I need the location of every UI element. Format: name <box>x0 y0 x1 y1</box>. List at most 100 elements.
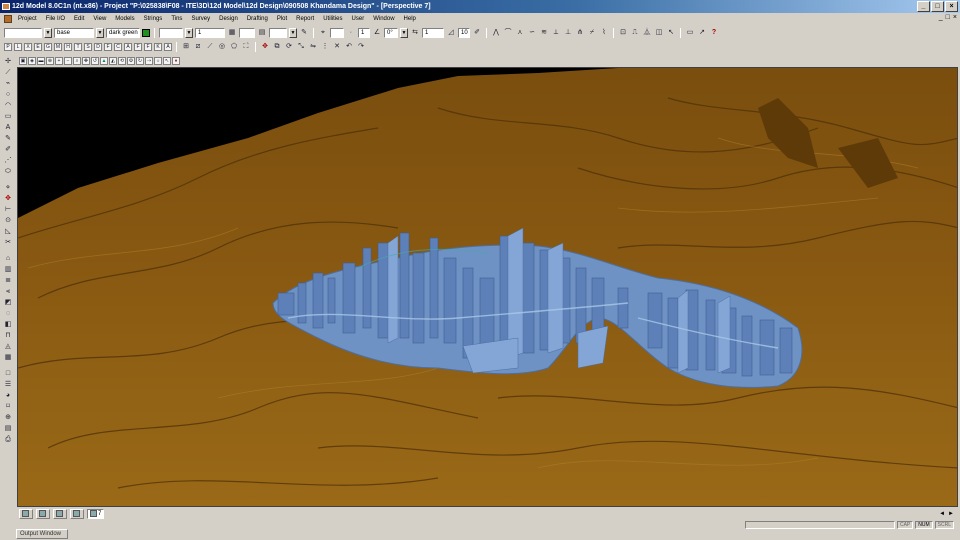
filter-icon[interactable]: ⛶ <box>241 42 251 52</box>
offset-value-field[interactable]: 1 <box>422 27 444 38</box>
close-button[interactable]: × <box>945 1 958 12</box>
toolbar-letter-h[interactable]: H <box>64 42 72 51</box>
break-icon[interactable]: ⌿ <box>587 28 597 38</box>
perspective-view[interactable] <box>17 67 958 507</box>
snap-icon[interactable]: ⌖ <box>318 28 328 38</box>
pen-icon[interactable]: ✎ <box>299 28 309 38</box>
pencil-tool-icon[interactable]: ✎ <box>2 134 14 144</box>
offset-icon[interactable]: ≋ <box>539 28 549 38</box>
locate-tool-icon[interactable]: ⊕ <box>2 413 14 423</box>
object-tool-icon[interactable]: □ <box>2 369 14 379</box>
rotate-icon[interactable]: ⟳ <box>284 42 294 52</box>
zoom-previous-icon[interactable]: ↺ <box>91 57 99 65</box>
menu-strings[interactable]: Strings <box>140 13 168 25</box>
model-dropdown[interactable]: ▼ <box>96 27 104 38</box>
colour-swatch[interactable] <box>142 28 150 37</box>
colour-field[interactable]: dark green <box>106 27 140 38</box>
model-field[interactable]: base <box>54 27 94 38</box>
tin-tool-icon[interactable]: ◬ <box>2 342 14 352</box>
menu-help[interactable]: Help <box>400 13 421 25</box>
view-models-icon[interactable]: ▲ <box>100 57 108 65</box>
view-select-icon[interactable]: ◈ <box>28 57 36 65</box>
mdi-close-button[interactable]: × <box>953 14 957 21</box>
toolbar-letter-f[interactable]: F <box>104 42 112 51</box>
toolbar-letter-s[interactable]: S <box>84 42 92 51</box>
menu-tins[interactable]: Tins <box>167 13 187 25</box>
mdi-minimize-button[interactable]: _ <box>939 14 943 21</box>
window-tab[interactable] <box>53 508 67 519</box>
menu-drafting[interactable]: Drafting <box>243 13 273 25</box>
angle-dropdown[interactable]: ▼ <box>400 27 408 38</box>
text-tool-icon[interactable]: A <box>2 123 14 133</box>
paint-tool-icon[interactable]: ◕ <box>2 391 14 401</box>
window-tab[interactable] <box>19 508 33 519</box>
name-field[interactable] <box>4 27 42 38</box>
copy-icon[interactable]: ⧉ <box>272 42 282 52</box>
grid-icon[interactable]: ▦ <box>227 28 237 38</box>
scroll-right-button[interactable]: ► <box>948 511 954 517</box>
split-icon[interactable]: ⋔ <box>575 28 585 38</box>
menu-user[interactable]: User <box>348 13 370 25</box>
menu-report[interactable]: Report <box>292 13 319 25</box>
mirror-icon[interactable]: ⇋ <box>308 42 318 52</box>
chart-tool-icon[interactable]: ▥ <box>2 265 14 275</box>
inquire-tool-icon[interactable]: ⊙ <box>2 216 14 226</box>
point-tool-icon[interactable]: ✢ <box>2 57 14 67</box>
cube-icon[interactable]: ◫ <box>654 28 664 38</box>
angle-field[interactable]: 0° <box>384 27 398 38</box>
arrow-icon[interactable]: ⇆ <box>410 28 420 38</box>
offset-dropdown[interactable]: ▼ <box>289 27 297 38</box>
toolbar-letter-f3[interactable]: F <box>144 42 152 51</box>
move-icon[interactable]: ✥ <box>260 42 270 52</box>
view-rotate-icon[interactable]: ⟲ <box>118 57 126 65</box>
stack-tool-icon[interactable]: ☰ <box>2 380 14 390</box>
output-window-tab[interactable]: Output Window <box>16 529 68 539</box>
view-render-icon[interactable]: ● <box>172 57 180 65</box>
app-icon[interactable] <box>2 3 10 10</box>
pan-tool-icon[interactable]: ✥ <box>2 194 14 204</box>
brush-tool-icon[interactable]: ✐ <box>2 145 14 155</box>
window-tab-perspective-7[interactable]: 7 <box>87 508 105 519</box>
volume-tool-icon[interactable]: ◧ <box>2 320 14 330</box>
offset-field[interactable] <box>269 27 287 38</box>
menu-edit[interactable]: Edit <box>70 13 89 25</box>
delete-icon[interactable]: ✕ <box>332 42 342 52</box>
tangent-icon[interactable]: ⋏ <box>515 28 525 38</box>
survey-tool-icon[interactable]: ⌂ <box>2 254 14 264</box>
menu-survey[interactable]: Survey <box>187 13 215 25</box>
window-tab[interactable] <box>70 508 84 519</box>
maximize-button[interactable]: □ <box>931 1 944 12</box>
profile-icon[interactable]: ⎍ <box>630 28 640 38</box>
view-walk-icon[interactable]: ⇢ <box>145 57 153 65</box>
window-tab[interactable] <box>36 508 50 519</box>
trim-icon[interactable]: ⊥ <box>563 28 573 38</box>
array-icon[interactable]: ⋮ <box>320 42 330 52</box>
fillet-icon[interactable]: ⌒ <box>503 28 513 38</box>
tag-tool-icon[interactable]: ⌑ <box>2 402 14 412</box>
sheet-tool-icon[interactable]: ▤ <box>2 424 14 434</box>
circle-select-icon[interactable]: ◎ <box>217 42 227 52</box>
help-icon[interactable]: ? <box>709 28 719 38</box>
select-icon[interactable]: ⊞ <box>181 42 191 52</box>
pointer-icon[interactable]: ↗ <box>697 28 707 38</box>
menu-project[interactable]: Project <box>14 13 42 25</box>
pan-icon[interactable]: ✥ <box>82 57 90 65</box>
plot-tool-icon[interactable]: ⎙ <box>2 435 14 445</box>
view-light-icon[interactable]: ☼ <box>154 57 162 65</box>
edit-icon[interactable]: ✐ <box>472 28 482 38</box>
menu-view[interactable]: View <box>89 13 111 25</box>
polygon-select-icon[interactable]: ⬠ <box>229 42 239 52</box>
arc-tool-icon[interactable]: ◠ <box>2 101 14 111</box>
circle-tool-icon[interactable]: ○ <box>2 90 14 100</box>
redo-icon[interactable]: ↷ <box>356 42 366 52</box>
view-pointer-icon[interactable]: ↖ <box>163 57 171 65</box>
style-field[interactable] <box>159 27 183 38</box>
chain-icon[interactable]: ⌇ <box>599 28 609 38</box>
toolbar-letter-g[interactable]: G <box>44 42 52 51</box>
table-icon[interactable]: ▤ <box>257 28 267 38</box>
scale-icon[interactable]: ⤡ <box>296 42 306 52</box>
toolbar-letter-t[interactable]: T <box>74 42 82 51</box>
drape-tool-icon[interactable]: ⊓ <box>2 331 14 341</box>
triangle-tool-icon[interactable]: ◺ <box>2 227 14 237</box>
align-tool-icon[interactable]: ⫷ <box>2 287 14 297</box>
